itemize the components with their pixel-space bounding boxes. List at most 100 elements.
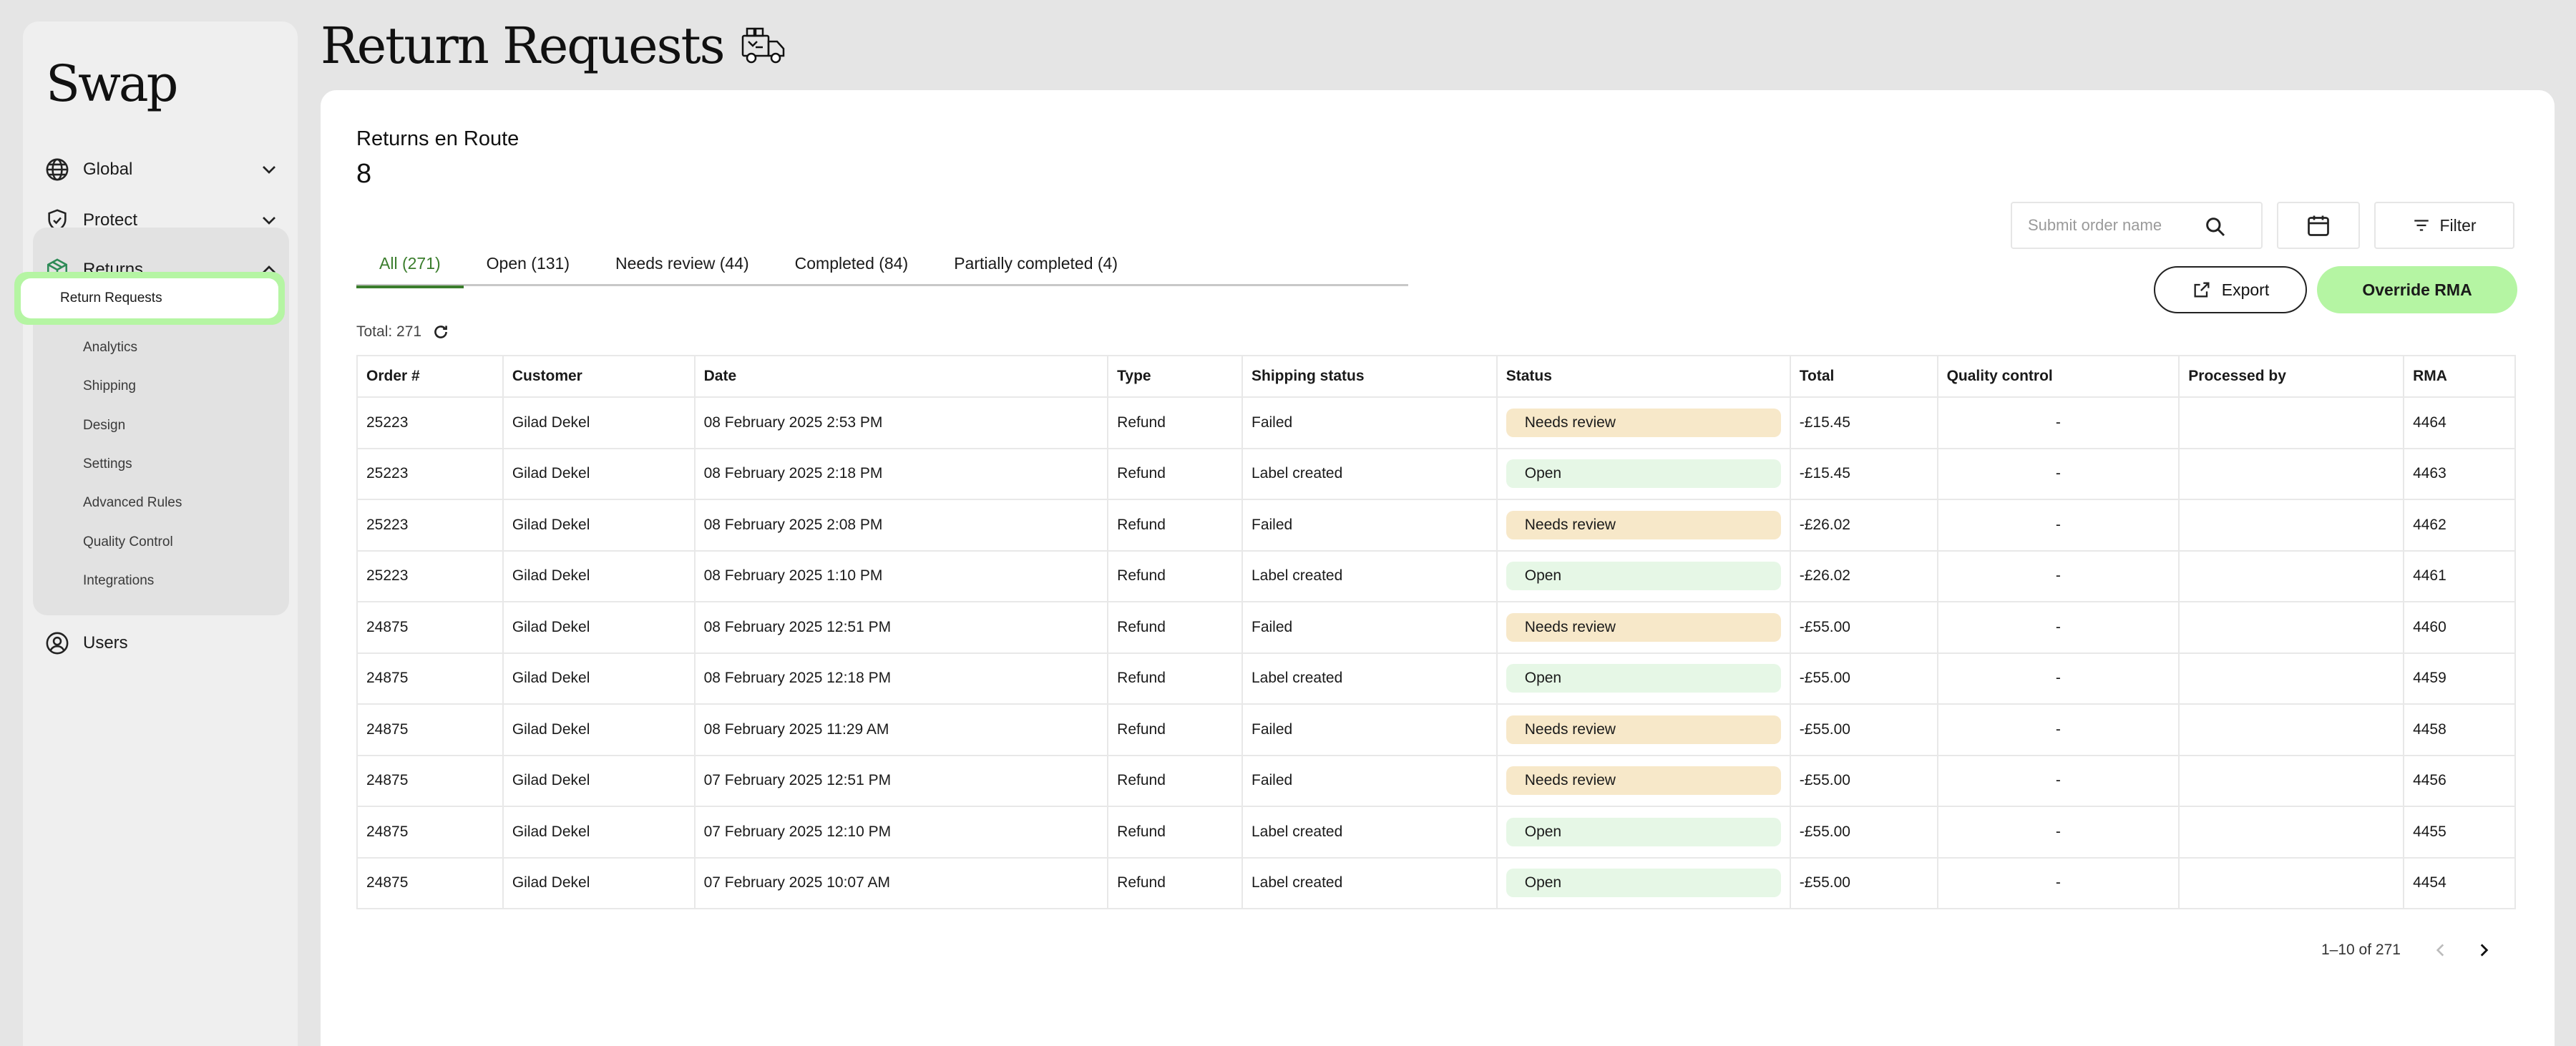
search-input[interactable] bbox=[2028, 216, 2207, 235]
sub-item-settings[interactable]: Settings bbox=[83, 450, 132, 479]
col-total[interactable]: Total bbox=[1789, 355, 1938, 398]
filter-button-label: Filter bbox=[2439, 215, 2477, 235]
cell-rma: 4459 bbox=[2403, 652, 2516, 705]
cell-type: Refund bbox=[1107, 856, 1243, 909]
cell-date: 08 February 2025 12:18 PM bbox=[693, 652, 1109, 705]
status-badge: Needs review bbox=[1506, 766, 1781, 796]
col-rma[interactable]: RMA bbox=[2403, 355, 2516, 398]
cell-rma: 4460 bbox=[2403, 601, 2516, 654]
sub-item-integrations[interactable]: Integrations bbox=[83, 567, 154, 595]
date-picker-button[interactable] bbox=[2277, 202, 2360, 249]
tab-needs-review[interactable]: Needs review (44) bbox=[592, 240, 772, 286]
cell-processed-by bbox=[2178, 652, 2405, 705]
nav-global-label: Global bbox=[83, 160, 133, 179]
tab-open[interactable]: Open (131) bbox=[464, 240, 592, 286]
col-order[interactable]: Order # bbox=[356, 355, 504, 398]
status-badge: Open bbox=[1506, 869, 1781, 898]
sub-item-analytics[interactable]: Analytics bbox=[83, 333, 137, 362]
col-date[interactable]: Date bbox=[693, 355, 1109, 398]
table-row[interactable]: 25223 Gilad Dekel 08 February 2025 1:10 PM… bbox=[356, 549, 2516, 602]
cell-quality-control: - bbox=[1936, 754, 2180, 807]
cell-total: -£26.02 bbox=[1789, 499, 1938, 552]
status-badge: Open bbox=[1506, 664, 1781, 693]
tab-completed[interactable]: Completed (84) bbox=[772, 240, 932, 286]
col-customer[interactable]: Customer bbox=[502, 355, 696, 398]
nav-users-label: Users bbox=[83, 633, 128, 652]
table-row[interactable]: 25223 Gilad Dekel 08 February 2025 2:08 PM… bbox=[356, 499, 2516, 552]
sub-item-design[interactable]: Design bbox=[83, 411, 125, 440]
cell-shipping-status: Label created bbox=[1241, 447, 1498, 500]
table-row[interactable]: 24875 Gilad Dekel 08 February 2025 12:51 P… bbox=[356, 601, 2516, 654]
nav-users[interactable]: Users bbox=[44, 622, 280, 664]
cell-order: 24875 bbox=[356, 754, 504, 807]
cell-customer: Gilad Dekel bbox=[502, 806, 696, 859]
globe-icon bbox=[44, 157, 70, 182]
pagination-label: 1–10 of 271 bbox=[2321, 942, 2401, 958]
cell-rma: 4464 bbox=[2403, 396, 2516, 449]
tab-partially-completed[interactable]: Partially completed (4) bbox=[931, 240, 1141, 286]
col-processed-by[interactable]: Processed by bbox=[2178, 355, 2405, 398]
nav-global[interactable]: Global bbox=[44, 149, 280, 190]
sub-item-shipping[interactable]: Shipping bbox=[83, 372, 136, 401]
sub-item-advanced-rules[interactable]: Advanced Rules bbox=[83, 489, 182, 517]
next-page-button[interactable] bbox=[2469, 936, 2498, 964]
search-box bbox=[2011, 202, 2263, 249]
refresh-icon[interactable] bbox=[431, 323, 450, 341]
cell-shipping-status: Label created bbox=[1241, 856, 1498, 909]
cell-type: Refund bbox=[1107, 754, 1243, 807]
filter-icon bbox=[2414, 220, 2429, 231]
cell-date: 07 February 2025 10:07 AM bbox=[693, 856, 1109, 909]
table-body: 25223 Gilad Dekel 08 February 2025 2:53 PM… bbox=[356, 396, 2516, 909]
cell-shipping-status: Label created bbox=[1241, 549, 1498, 602]
cell-total: -£55.00 bbox=[1789, 652, 1938, 705]
cell-shipping-status: Failed bbox=[1241, 499, 1498, 552]
table-row[interactable]: 25223 Gilad Dekel 08 February 2025 2:53 PM… bbox=[356, 396, 2516, 449]
col-status[interactable]: Status bbox=[1496, 355, 1791, 398]
cell-total: -£26.02 bbox=[1789, 549, 1938, 602]
cell-status: Open bbox=[1496, 856, 1791, 909]
cell-shipping-status: Label created bbox=[1241, 652, 1498, 705]
cell-status: Open bbox=[1496, 549, 1791, 602]
cell-order: 24875 bbox=[356, 856, 504, 909]
cell-customer: Gilad Dekel bbox=[502, 499, 696, 552]
cell-rma: 4454 bbox=[2403, 856, 2516, 909]
col-shipping-status[interactable]: Shipping status bbox=[1241, 355, 1498, 398]
cell-status: Needs review bbox=[1496, 396, 1791, 449]
col-type[interactable]: Type bbox=[1107, 355, 1243, 398]
cell-processed-by bbox=[2178, 396, 2405, 449]
cell-date: 08 February 2025 12:51 PM bbox=[693, 601, 1109, 654]
search-icon[interactable] bbox=[2204, 215, 2227, 238]
tab-all[interactable]: All (271) bbox=[356, 240, 464, 288]
cell-type: Refund bbox=[1107, 806, 1243, 859]
table-row[interactable]: 24875 Gilad Dekel 08 February 2025 11:29 A… bbox=[356, 703, 2516, 756]
app-logo[interactable]: Swap bbox=[46, 54, 178, 113]
chevron-right-icon bbox=[2480, 944, 2489, 957]
table-row[interactable]: 24875 Gilad Dekel 07 February 2025 12:10 P… bbox=[356, 806, 2516, 859]
main-card: Returns en Route 8 All (271) Open (131) … bbox=[321, 90, 2555, 1046]
filter-button[interactable]: Filter bbox=[2374, 202, 2514, 249]
status-badge: Needs review bbox=[1506, 408, 1781, 437]
table-row[interactable]: 24875 Gilad Dekel 07 February 2025 12:51 P… bbox=[356, 754, 2516, 807]
status-badge: Open bbox=[1506, 562, 1781, 591]
cell-order: 25223 bbox=[356, 499, 504, 552]
cell-processed-by bbox=[2178, 447, 2405, 500]
table-row[interactable]: 25223 Gilad Dekel 08 February 2025 2:18 PM… bbox=[356, 447, 2516, 500]
sub-item-quality-control[interactable]: Quality Control bbox=[83, 528, 173, 557]
table-row[interactable]: 24875 Gilad Dekel 07 February 2025 10:07 A… bbox=[356, 856, 2516, 909]
sub-item-return-requests[interactable]: Return Requests bbox=[14, 272, 285, 325]
cell-status: Open bbox=[1496, 652, 1791, 705]
prev-page-button[interactable] bbox=[2426, 936, 2455, 964]
col-quality-control[interactable]: Quality control bbox=[1936, 355, 2180, 398]
override-rma-button[interactable]: Override RMA bbox=[2317, 266, 2517, 313]
table-row[interactable]: 24875 Gilad Dekel 08 February 2025 12:18 P… bbox=[356, 652, 2516, 705]
cell-customer: Gilad Dekel bbox=[502, 601, 696, 654]
page-title-text: Return Requests bbox=[321, 16, 726, 75]
status-badge: Needs review bbox=[1506, 715, 1781, 744]
cell-rma: 4458 bbox=[2403, 703, 2516, 756]
export-button[interactable]: Export bbox=[2154, 266, 2307, 313]
cell-date: 08 February 2025 11:29 AM bbox=[693, 703, 1109, 756]
cell-quality-control: - bbox=[1936, 652, 2180, 705]
cell-processed-by bbox=[2178, 856, 2405, 909]
cell-order: 25223 bbox=[356, 549, 504, 602]
cell-order: 24875 bbox=[356, 806, 504, 859]
